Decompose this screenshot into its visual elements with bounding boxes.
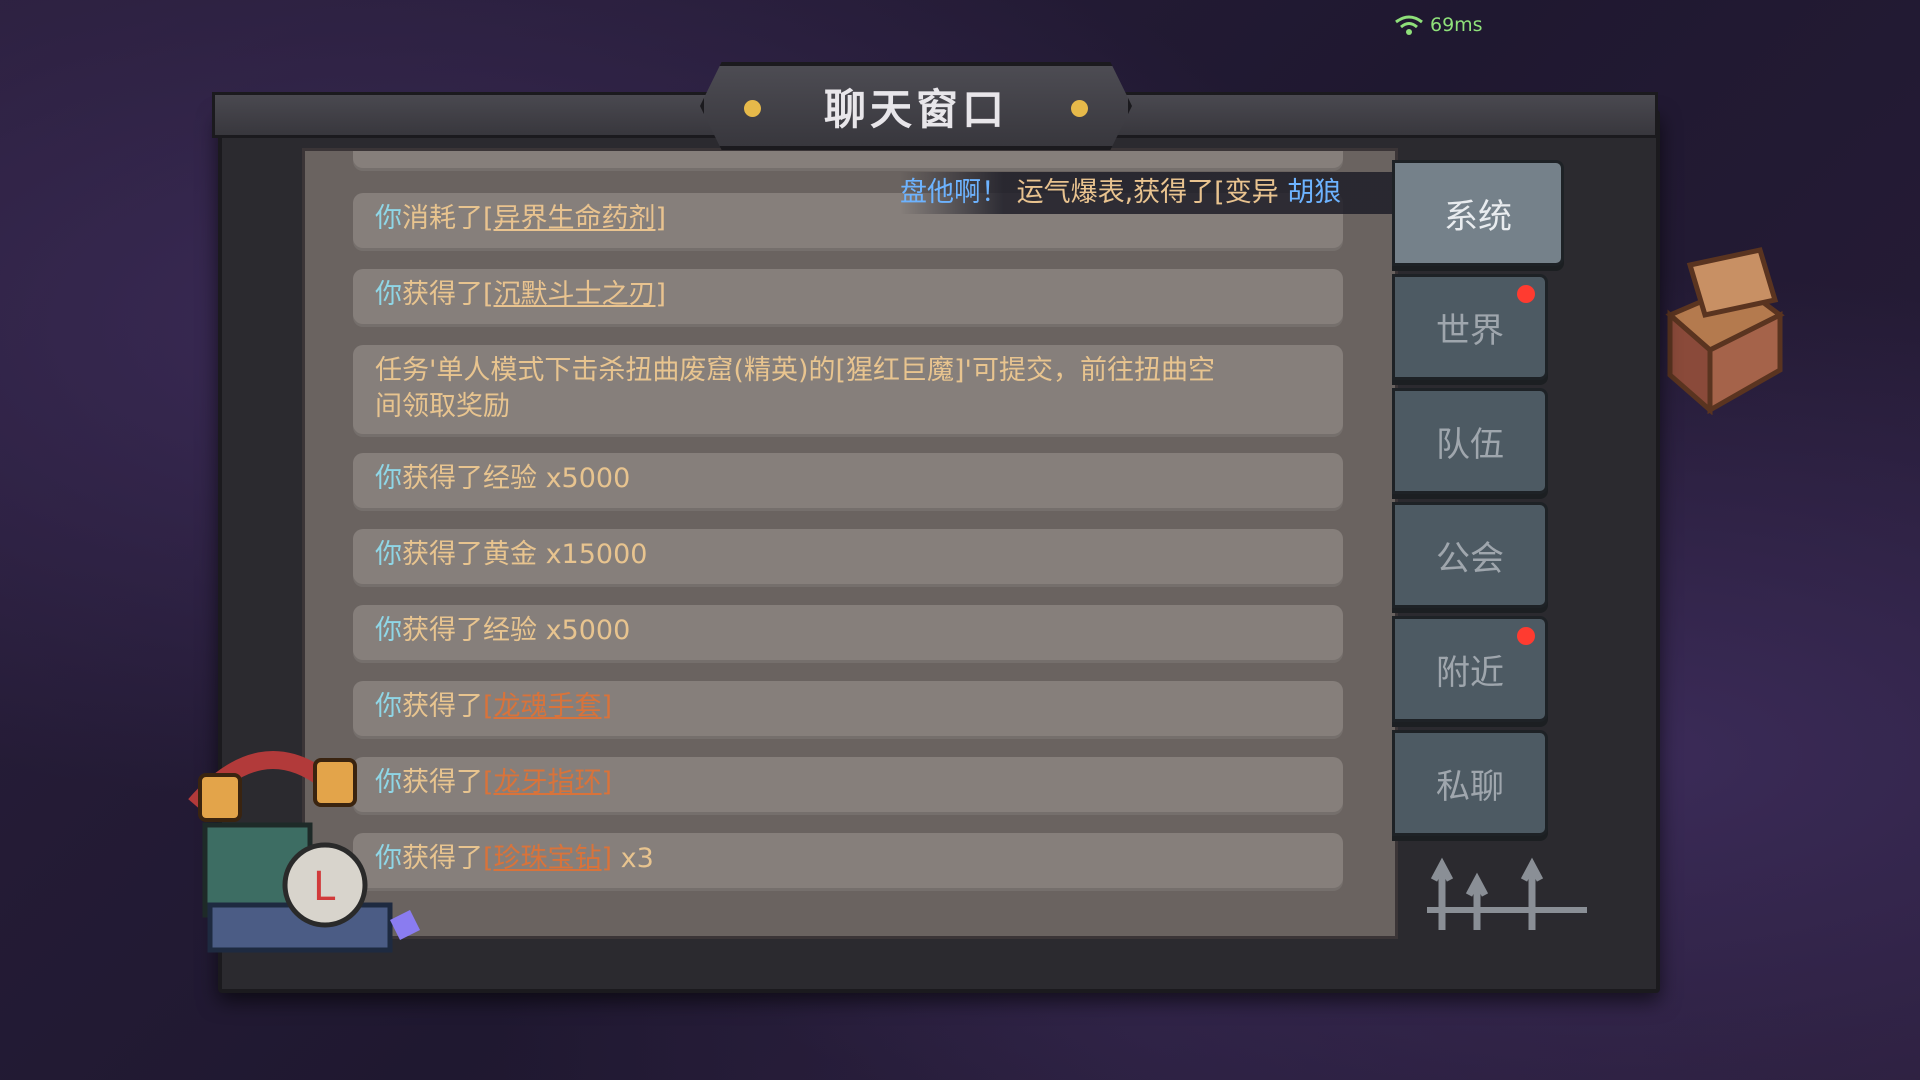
message-quantity: x5000 (537, 463, 631, 494)
arrows-decoration-icon (1427, 857, 1587, 930)
books-clock-decoration-icon: L (188, 751, 420, 953)
message-quantity: x5000 (537, 615, 631, 646)
chat-message: 你获得了[龙牙指环] (353, 757, 1343, 815)
title-right-dot (1071, 100, 1088, 117)
message-subject: 你 (375, 463, 402, 494)
message-subject: 你 (375, 691, 402, 722)
message-verb: 获得了 (402, 279, 483, 310)
item-link[interactable]: [沉默斗士之刃] (483, 279, 666, 310)
tab-3[interactable]: 公会 (1392, 502, 1548, 608)
notification-dot-icon (1517, 627, 1535, 645)
tab-label: 公会 (1436, 538, 1504, 579)
chat-message: 你获得了[珍珠宝钻] x3 (353, 833, 1343, 891)
tab-label: 附近 (1436, 652, 1504, 693)
item-link[interactable]: [龙魂手套] (483, 691, 612, 722)
broadcast-part1: 盘他啊！ (900, 177, 1008, 208)
chat-message: 你获得了黄金 x15000 (353, 529, 1343, 587)
item-link[interactable]: [龙牙指环] (483, 767, 612, 798)
chat-message: 任务'单人模式下击杀扭曲废窟(精英)的[猩红巨魔]'可提交，前往扭曲空 间领取奖… (353, 345, 1343, 437)
latency-text: 69ms (1430, 14, 1483, 36)
tab-label: 世界 (1436, 310, 1504, 351)
wifi-icon (1395, 15, 1423, 35)
chat-message: 你获得了[沉默斗士之刃] (353, 269, 1343, 327)
broadcast-part3: 胡狼 (1287, 177, 1342, 208)
message-quantity: x15000 (537, 539, 648, 570)
notification-dot-icon (1517, 285, 1535, 303)
tab-label: 队伍 (1436, 424, 1504, 465)
broadcast-ticker: 盘他啊！ 运气爆表,获得了[变异 胡狼 (900, 172, 1416, 214)
chat-message: 你获得了经验 x5000 (353, 453, 1343, 511)
item-link[interactable]: [珍珠宝钻] (483, 843, 612, 874)
message-verb: 获得了经验 (402, 463, 537, 494)
tab-4[interactable]: 附近 (1392, 616, 1548, 722)
tab-label: 系统 (1444, 196, 1512, 237)
message-verb: 获得了黄金 (402, 539, 537, 570)
page-title: 聊天窗口 (823, 84, 1008, 134)
message-text: 任务'单人模式下击杀扭曲废窟(精英)的[猩红巨魔]'可提交，前往扭曲空 间领取奖… (375, 355, 1215, 422)
tab-2[interactable]: 队伍 (1392, 388, 1548, 494)
chat-message: 你获得了[龙魂手套] (353, 681, 1343, 739)
tab-1[interactable]: 世界 (1392, 274, 1548, 380)
treasure-chest-icon (1665, 247, 1785, 415)
message-verb: 获得了 (402, 691, 483, 722)
message-subject: 你 (375, 203, 402, 234)
tab-label: 私聊 (1436, 766, 1504, 807)
message-verb: 获得了经验 (402, 615, 537, 646)
tab-0[interactable]: 系统 (1392, 160, 1564, 266)
message-quantity: x3 (612, 843, 654, 874)
message-subject: 你 (375, 615, 402, 646)
network-status: 69ms (1394, 14, 1483, 36)
chat-window-title-plate: 聊天窗口 (700, 62, 1132, 150)
chat-message: 你获得了经验 x5000 (353, 605, 1343, 663)
title-left-dot (744, 100, 761, 117)
item-link[interactable]: [异界生命药剂] (483, 203, 666, 234)
tab-5[interactable]: 私聊 (1392, 730, 1548, 836)
message-subject: 你 (375, 539, 402, 570)
message-subject: 你 (375, 279, 402, 310)
svg-text:L: L (313, 864, 336, 910)
broadcast-part2: 运气爆表,获得了[变异 (1016, 177, 1288, 208)
message-partial (353, 151, 1343, 171)
message-verb: 消耗了 (402, 203, 483, 234)
